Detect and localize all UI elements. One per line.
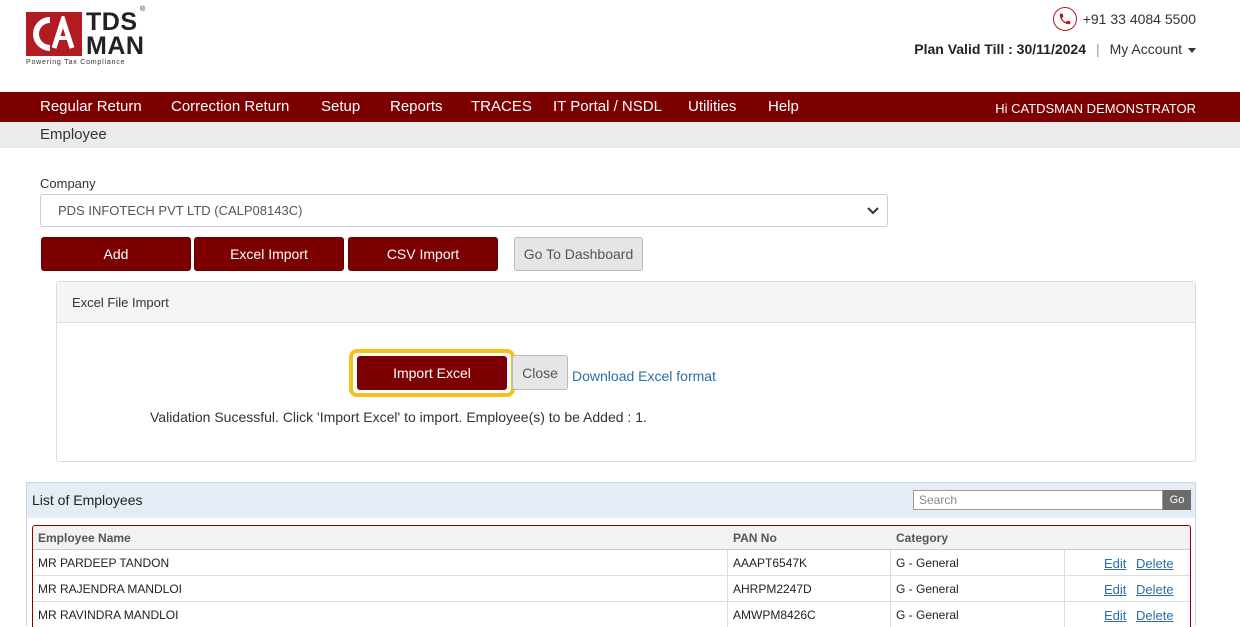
delete-link[interactable]: Delete bbox=[1136, 556, 1174, 571]
employee-pan: AMWPM8426C bbox=[733, 608, 816, 622]
user-greeting[interactable]: Hi CATDSMAN DEMONSTRATOR bbox=[995, 101, 1196, 116]
search-input[interactable]: Search bbox=[913, 490, 1163, 510]
table-header: Employee Name PAN No Category bbox=[33, 526, 1190, 550]
col-pan-no[interactable]: PAN No bbox=[733, 531, 777, 545]
excel-import-panel: Excel File Import Import Excel Close Dow… bbox=[56, 281, 1196, 462]
close-button[interactable]: Close bbox=[512, 355, 568, 390]
list-header: List of Employees Search Go bbox=[27, 483, 1195, 518]
employee-pan: AAAPT6547K bbox=[733, 556, 808, 570]
go-to-dashboard-button[interactable]: Go To Dashboard bbox=[514, 237, 643, 271]
nav-traces[interactable]: TRACES bbox=[471, 98, 532, 115]
panel-title: Excel File Import bbox=[72, 295, 169, 310]
plan-info: Plan Valid Till : 30/11/2024 | My Accoun… bbox=[914, 41, 1196, 57]
validation-message: Validation Sucessful. Click 'Import Exce… bbox=[150, 409, 647, 425]
import-excel-button[interactable]: Import Excel bbox=[357, 356, 507, 390]
phone-icon bbox=[1052, 7, 1077, 31]
plan-valid-till: Plan Valid Till : 30/11/2024 bbox=[914, 41, 1086, 57]
add-button[interactable]: Add bbox=[41, 237, 191, 271]
caret-down-icon bbox=[1188, 47, 1196, 53]
employee-table: Employee Name PAN No Category MR PARDEEP… bbox=[32, 525, 1191, 627]
edit-link[interactable]: Edit bbox=[1104, 582, 1126, 597]
employee-pan: AHRPM2247D bbox=[733, 582, 812, 596]
nav-help[interactable]: Help bbox=[768, 98, 799, 115]
excel-import-button[interactable]: Excel Import bbox=[194, 237, 344, 271]
employee-name: MR PARDEEP TANDON bbox=[38, 556, 170, 570]
ca-logo-icon bbox=[33, 16, 75, 51]
company-select[interactable]: PDS INFOTECH PVT LTD (CALP08143C) bbox=[40, 194, 888, 227]
delete-link[interactable]: Delete bbox=[1136, 608, 1174, 623]
panel-header: Excel File Import bbox=[57, 282, 1195, 323]
employee-category: G - General bbox=[896, 608, 959, 622]
separator: | bbox=[1095, 41, 1100, 57]
chevron-down-icon bbox=[867, 207, 879, 215]
edit-link[interactable]: Edit bbox=[1104, 556, 1126, 571]
col-employee-name[interactable]: Employee Name bbox=[38, 531, 131, 545]
logo-mark bbox=[26, 12, 82, 56]
my-account-menu[interactable]: My Account bbox=[1110, 41, 1196, 57]
search-placeholder: Search bbox=[919, 493, 958, 507]
employee-list: List of Employees Search Go Employee Nam… bbox=[26, 482, 1196, 627]
table-row: MR PARDEEP TANDON AAAPT6547K G - General… bbox=[33, 550, 1190, 576]
col-category[interactable]: Category bbox=[896, 531, 948, 545]
search-go-button[interactable]: Go bbox=[1163, 490, 1191, 510]
page-title: Employee bbox=[40, 126, 107, 143]
employee-name: MR RAJENDRA MANDLOI bbox=[38, 582, 183, 596]
delete-link[interactable]: Delete bbox=[1136, 582, 1174, 597]
my-account-label: My Account bbox=[1109, 41, 1182, 57]
employee-category: G - General bbox=[896, 556, 959, 570]
phone-number: +91 33 4084 5500 bbox=[1082, 11, 1196, 27]
main-nav: Regular Return Correction Return Setup R… bbox=[0, 92, 1240, 122]
nav-regular-return[interactable]: Regular Return bbox=[40, 98, 142, 115]
registered-mark: ® bbox=[140, 6, 146, 13]
table-row: MR RAVINDRA MANDLOI AMWPM8426C G - Gener… bbox=[33, 602, 1190, 627]
nav-reports[interactable]: Reports bbox=[390, 98, 443, 115]
company-selected-value: PDS INFOTECH PVT LTD (CALP08143C) bbox=[58, 203, 303, 218]
nav-it-portal-nsdl[interactable]: IT Portal / NSDL bbox=[553, 98, 662, 115]
logo-tagline: Powering Tax Compliance bbox=[26, 59, 126, 66]
header: TDS MAN ® Powering Tax Compliance +91 33… bbox=[0, 0, 1240, 92]
breadcrumb: Employee bbox=[0, 122, 1240, 148]
table-row: MR RAJENDRA MANDLOI AHRPM2247D G - Gener… bbox=[33, 576, 1190, 602]
tdsman-logo[interactable]: TDS MAN ® Powering Tax Compliance bbox=[26, 6, 146, 70]
nav-setup[interactable]: Setup bbox=[321, 98, 360, 115]
employee-name: MR RAVINDRA MANDLOI bbox=[38, 608, 179, 622]
nav-utilities[interactable]: Utilities bbox=[688, 98, 736, 115]
logo-wordmark: TDS MAN bbox=[86, 8, 145, 60]
contact-phone: +91 33 4084 5500 bbox=[1052, 7, 1196, 31]
download-excel-format-link[interactable]: Download Excel format bbox=[572, 368, 716, 384]
edit-link[interactable]: Edit bbox=[1104, 608, 1126, 623]
nav-correction-return[interactable]: Correction Return bbox=[171, 98, 289, 115]
employee-category: G - General bbox=[896, 582, 959, 596]
company-label: Company bbox=[40, 176, 96, 191]
list-title: List of Employees bbox=[32, 492, 143, 508]
csv-import-button[interactable]: CSV Import bbox=[348, 237, 498, 271]
